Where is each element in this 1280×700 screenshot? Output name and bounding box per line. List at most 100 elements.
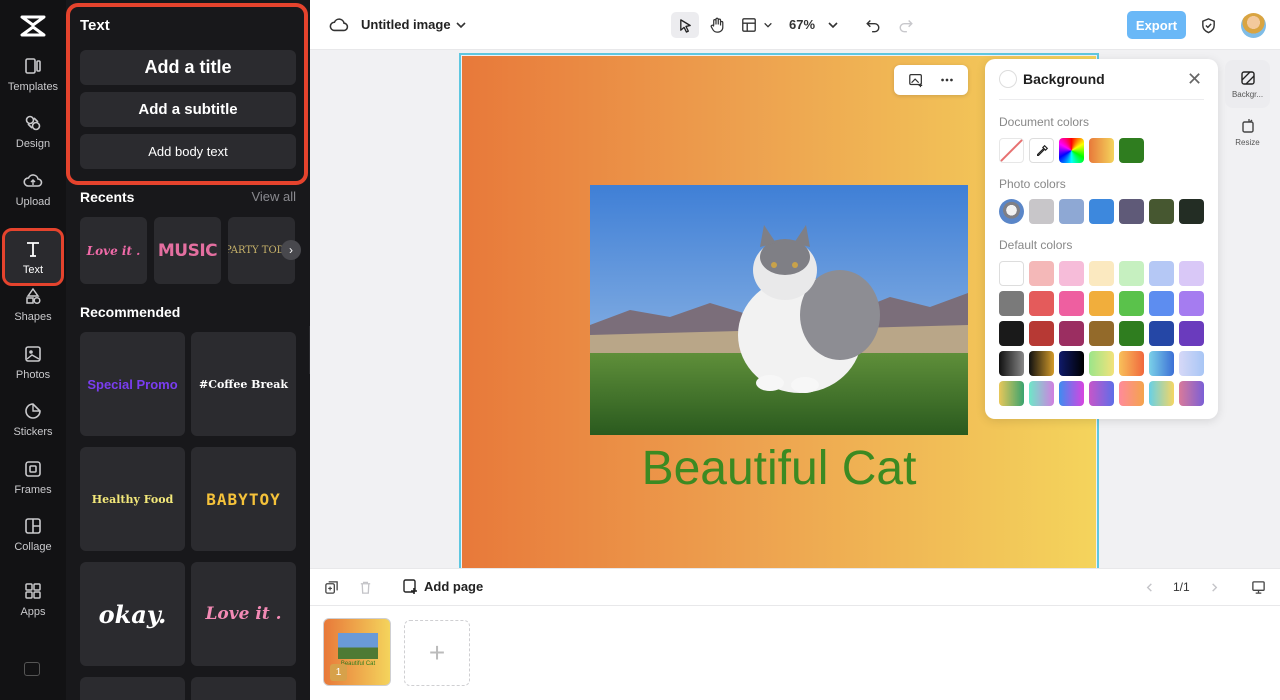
default-color-swatch[interactable] — [1119, 291, 1144, 316]
default-color-swatch[interactable] — [1119, 381, 1144, 406]
default-color-swatch[interactable] — [999, 291, 1024, 316]
chevron-right-icon[interactable] — [1206, 579, 1222, 595]
default-color-swatch[interactable] — [1119, 261, 1144, 286]
default-color-swatch[interactable] — [1179, 261, 1204, 286]
default-color-swatch[interactable] — [1179, 351, 1204, 376]
replace-image-icon[interactable] — [908, 72, 924, 88]
text-template[interactable]: Love it . — [191, 562, 296, 666]
default-color-swatch[interactable] — [1059, 261, 1084, 286]
redo-icon[interactable] — [895, 14, 917, 36]
default-color-swatch[interactable] — [1059, 351, 1084, 376]
default-color-swatch[interactable] — [1089, 321, 1114, 346]
tab-resize[interactable]: Resize — [1225, 108, 1270, 156]
no-color-swatch[interactable] — [999, 138, 1024, 163]
chevron-down-icon[interactable] — [450, 14, 472, 36]
default-color-swatch[interactable] — [1029, 321, 1054, 346]
default-color-swatch[interactable] — [1059, 291, 1084, 316]
text-template[interactable] — [191, 677, 296, 700]
tab-background[interactable]: Backgr... — [1225, 60, 1270, 108]
default-color-swatch[interactable] — [999, 321, 1024, 346]
shield-check-icon[interactable] — [1197, 14, 1219, 36]
document-color-swatch[interactable] — [1089, 138, 1114, 163]
rail-item-apps[interactable]: Apps — [4, 571, 62, 627]
default-color-swatch[interactable] — [1089, 381, 1114, 406]
default-color-swatch[interactable] — [1089, 261, 1114, 286]
rail-item-frames[interactable]: Frames — [4, 449, 62, 505]
document-color-swatch[interactable] — [1119, 138, 1144, 163]
more-options-icon[interactable] — [939, 72, 955, 88]
default-color-swatch[interactable] — [1029, 381, 1054, 406]
photo-color-swatch[interactable] — [1149, 199, 1174, 224]
add-page-button[interactable]: Add page — [402, 578, 483, 594]
rail-item-shapes[interactable]: Shapes — [4, 276, 62, 332]
default-color-swatch[interactable] — [999, 351, 1024, 376]
duplicate-page-icon[interactable] — [323, 579, 339, 595]
default-color-swatch[interactable] — [1179, 381, 1204, 406]
default-color-swatch[interactable] — [1029, 351, 1054, 376]
rail-item-collage[interactable]: Collage — [4, 506, 62, 562]
default-color-swatch[interactable] — [999, 381, 1024, 406]
default-color-swatch[interactable] — [1119, 321, 1144, 346]
photo-color-swatch[interactable] — [1179, 199, 1204, 224]
text-template[interactable]: okay. — [80, 562, 185, 666]
default-color-swatch[interactable] — [1089, 291, 1114, 316]
default-color-swatch[interactable] — [1119, 351, 1144, 376]
rail-item-design[interactable]: Design — [4, 103, 62, 159]
text-template[interactable]: #Coffee Break — [191, 332, 296, 436]
rail-item-templates[interactable]: Templates — [4, 46, 62, 102]
presentation-icon[interactable] — [1250, 579, 1266, 595]
default-color-swatch[interactable] — [1059, 381, 1084, 406]
default-color-swatch[interactable] — [1059, 321, 1084, 346]
user-avatar[interactable] — [1241, 13, 1266, 38]
close-icon[interactable]: ✕ — [1187, 69, 1202, 90]
trash-icon[interactable] — [357, 579, 373, 595]
add-body-text-button[interactable]: Add body text — [80, 134, 296, 169]
recent-text-style[interactable]: MUSIC — [154, 217, 221, 284]
add-subtitle-button[interactable]: Add a subtitle — [80, 92, 296, 127]
select-tool-button[interactable] — [671, 12, 699, 38]
default-color-swatch[interactable] — [1029, 261, 1054, 286]
undo-icon[interactable] — [862, 14, 884, 36]
default-color-swatch[interactable] — [1149, 381, 1174, 406]
page-thumbnail[interactable]: Beautiful Cat 1 — [323, 618, 391, 686]
add-title-button[interactable]: Add a title — [80, 50, 296, 85]
photo-source-swatch[interactable] — [999, 199, 1024, 224]
recent-text-style[interactable]: Love it . — [80, 217, 147, 284]
default-color-swatch[interactable] — [1149, 351, 1174, 376]
photo-color-swatch[interactable] — [1029, 199, 1054, 224]
hand-pan-icon[interactable] — [706, 14, 728, 36]
cat-photo[interactable] — [590, 185, 968, 435]
default-color-swatch[interactable] — [1029, 291, 1054, 316]
photo-color-swatch[interactable] — [1119, 199, 1144, 224]
default-color-swatch[interactable] — [1179, 291, 1204, 316]
text-template[interactable] — [80, 677, 185, 700]
chevron-left-icon[interactable] — [1141, 579, 1157, 595]
rail-item-photos[interactable]: Photos — [4, 334, 62, 390]
document-title[interactable]: Untitled image — [361, 17, 451, 32]
rail-item-stickers[interactable]: Stickers — [4, 391, 62, 447]
view-all-link[interactable]: View all — [251, 189, 296, 204]
chevron-down-icon[interactable] — [822, 14, 844, 36]
keyboard-shortcuts-icon[interactable] — [24, 662, 40, 676]
default-color-swatch[interactable] — [1149, 291, 1174, 316]
default-color-swatch[interactable] — [1089, 351, 1114, 376]
rail-item-upload[interactable]: Upload — [4, 161, 62, 217]
default-color-swatch[interactable] — [1179, 321, 1204, 346]
default-color-swatch[interactable] — [1149, 261, 1174, 286]
cloud-save-icon[interactable] — [328, 14, 350, 36]
text-template[interactable]: BABYTOY — [191, 447, 296, 551]
chevron-down-icon[interactable] — [757, 14, 779, 36]
photo-color-swatch[interactable] — [1089, 199, 1114, 224]
photo-color-swatch[interactable] — [1059, 199, 1084, 224]
default-color-swatch[interactable] — [999, 261, 1024, 286]
capcut-logo-icon[interactable] — [19, 13, 47, 39]
add-page-thumbnail-button[interactable]: + — [404, 620, 470, 686]
chevron-right-icon[interactable]: › — [281, 240, 301, 260]
text-template[interactable]: Healthy Food — [80, 447, 185, 551]
export-button[interactable]: Export — [1127, 11, 1186, 39]
default-color-swatch[interactable] — [1149, 321, 1174, 346]
text-template[interactable]: Special Promo — [80, 332, 185, 436]
color-picker-swatch[interactable] — [1059, 138, 1084, 163]
canvas-title-text[interactable]: Beautiful Cat — [462, 441, 1096, 496]
zoom-level[interactable]: 67% — [789, 17, 815, 32]
